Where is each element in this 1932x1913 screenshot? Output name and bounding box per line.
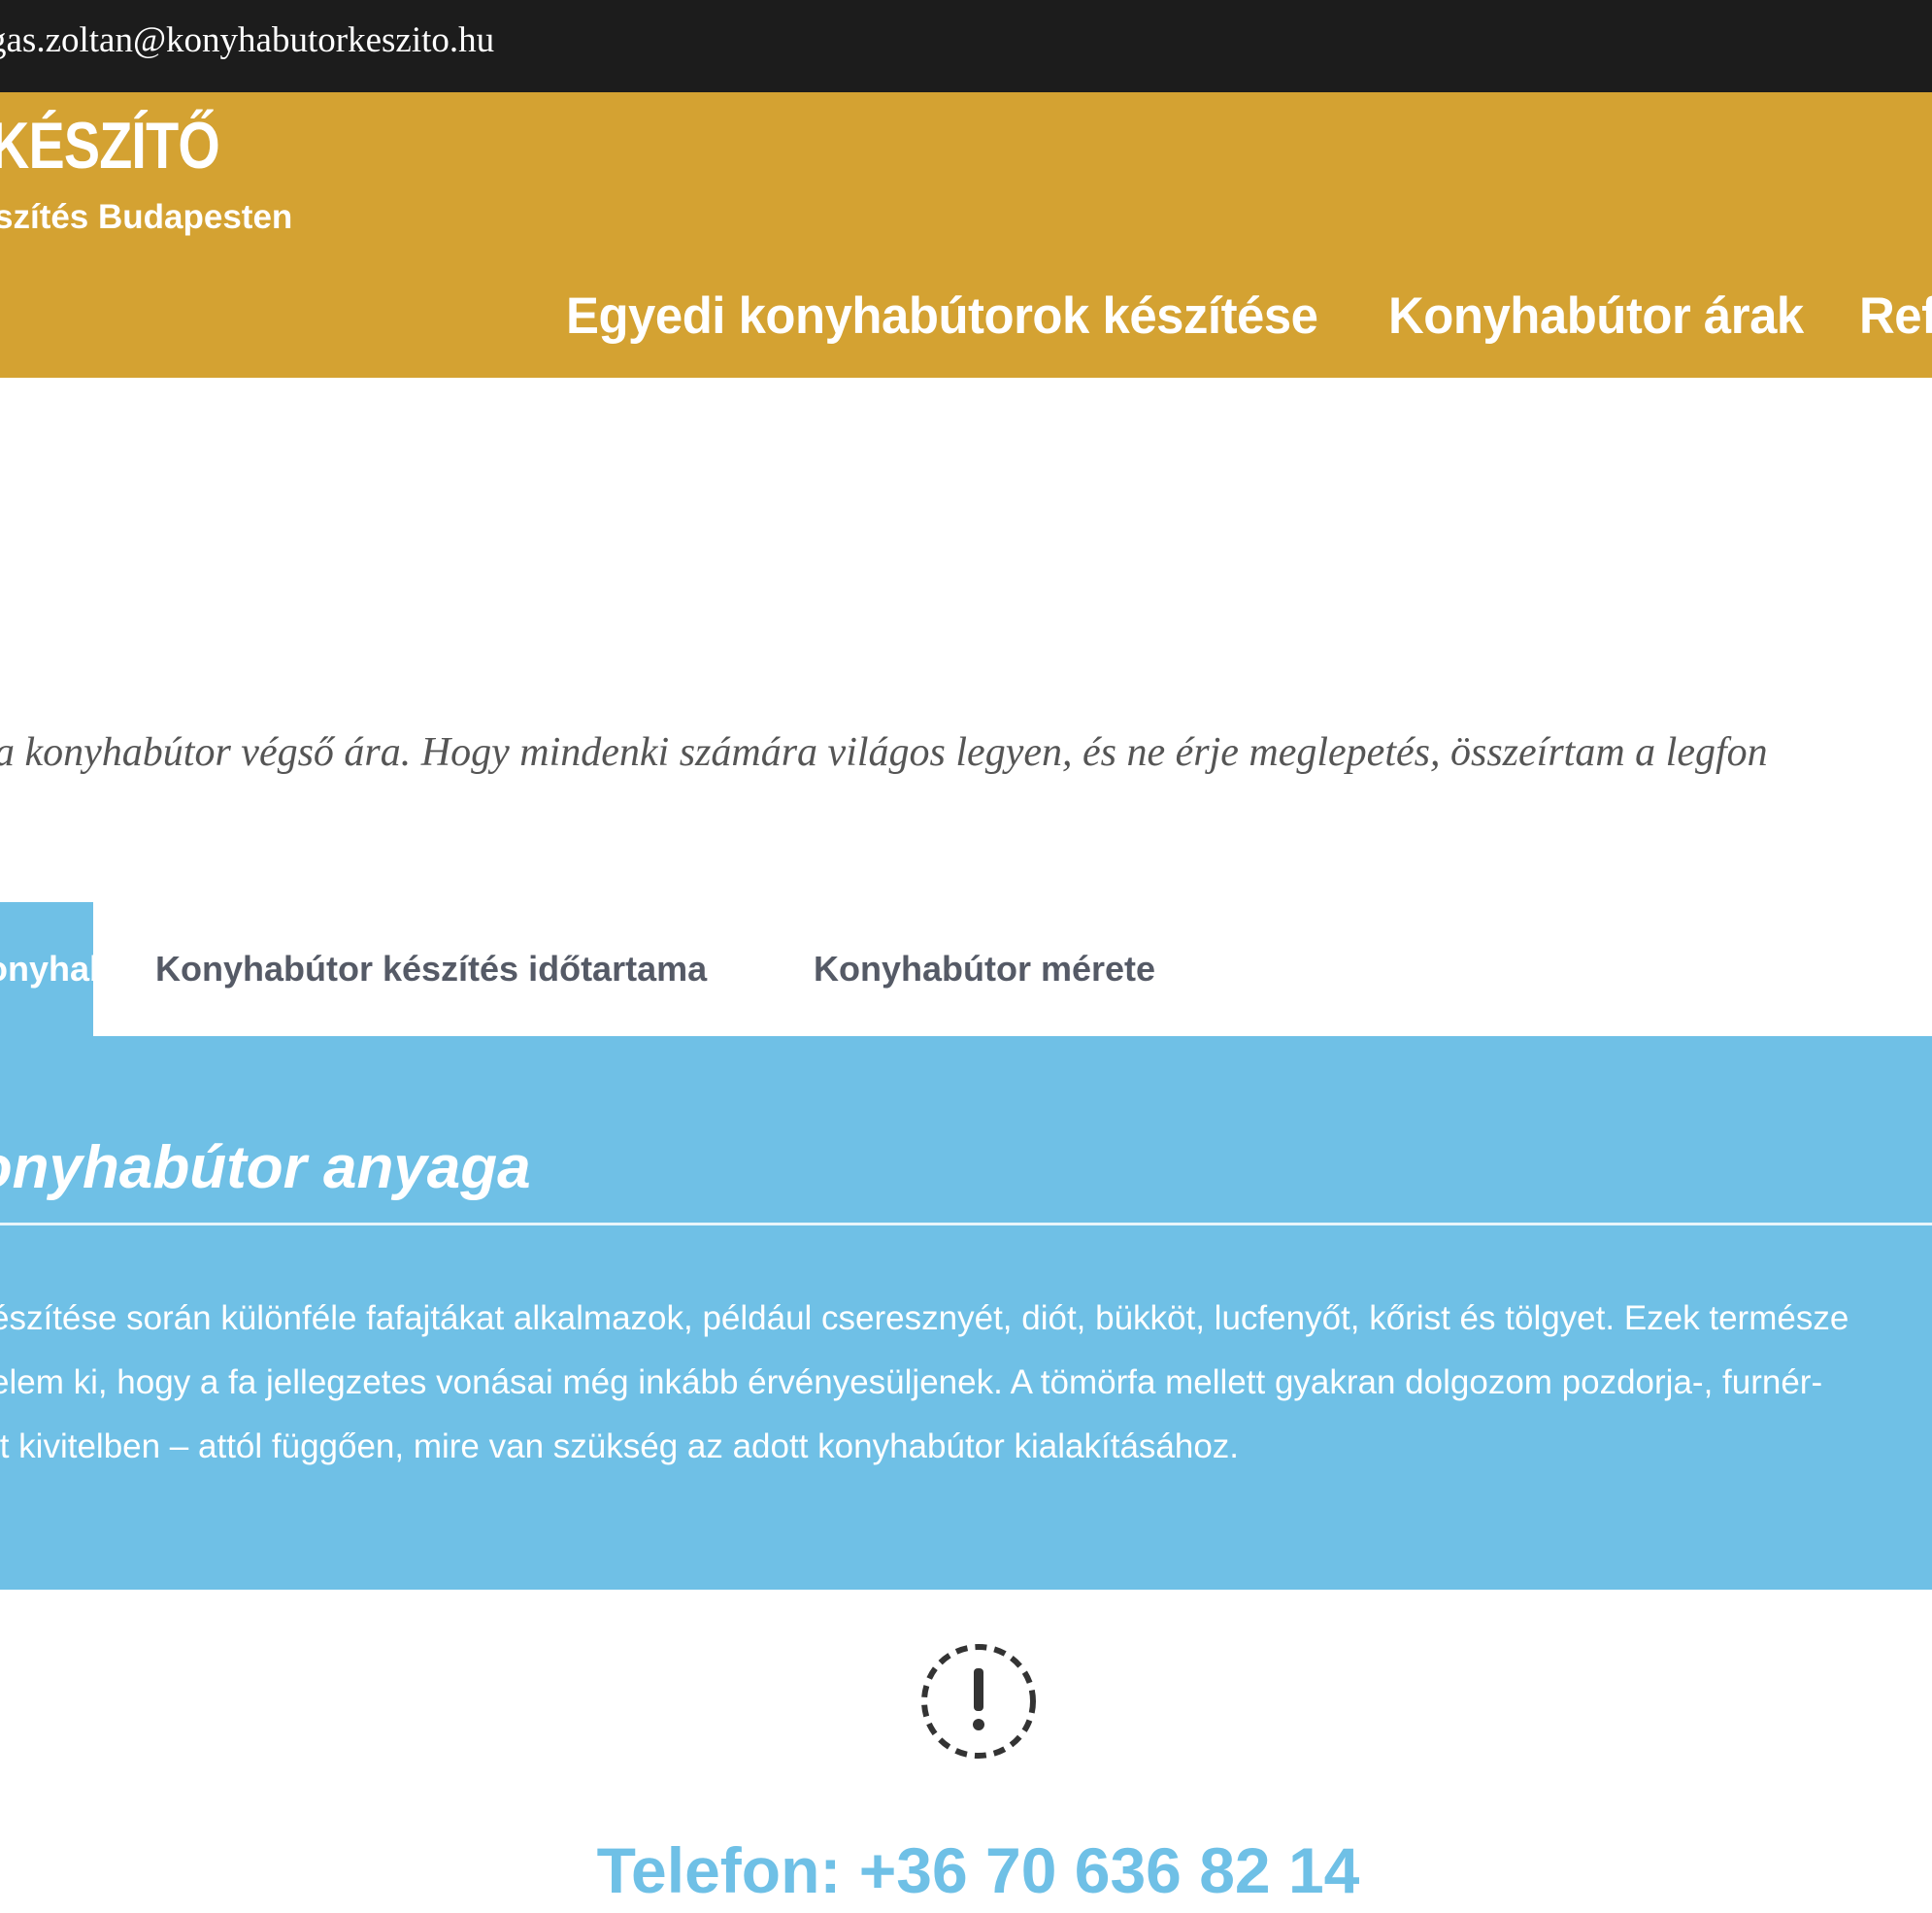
contact-email-link[interactable]: gas.zoltan@konyhabutorkeszito.hu xyxy=(0,17,494,64)
tab-material-label: Konyhabútor anyaga xyxy=(0,949,93,989)
tab-size[interactable]: Konyhabútor mérete xyxy=(814,902,1155,1036)
tab-material[interactable]: Konyhabútor anyaga xyxy=(0,902,93,1036)
exclamation-circle-icon xyxy=(920,1643,1037,1760)
panel-paragraph-line: észítése során különféle fafajtákat alka… xyxy=(0,1299,1849,1337)
panel-divider xyxy=(0,1223,1932,1225)
nav-item-custom-kitchens[interactable]: Egyedi konyhabútorok készítése xyxy=(566,286,1318,347)
top-contact-bar: gas.zoltan@konyhabutorkeszito.hu xyxy=(0,0,1932,92)
site-header: KÉSZÍTŐ szítés Budapesten Egyedi konyhab… xyxy=(0,92,1932,378)
logo-title[interactable]: KÉSZÍTŐ xyxy=(0,107,220,185)
tab-duration[interactable]: Konyhabútor készítés időtartama xyxy=(155,902,707,1036)
logo-subtitle: szítés Budapesten xyxy=(0,198,293,236)
nav-item-kitchen-prices[interactable]: Konyhabútor árak xyxy=(1388,286,1804,347)
panel-heading: Konyhabútor anyaga xyxy=(0,1134,531,1201)
panel-paragraph-line: tt kivitelben – attól függően, mire van … xyxy=(0,1427,1240,1465)
phone-number[interactable]: Telefon: +36 70 636 82 14 xyxy=(0,1833,1932,1907)
tab-panel-material: Konyhabútor anyaga észítése során különf… xyxy=(0,1036,1932,1590)
intro-text: a konyhabútor végső ára. Hogy mindenki s… xyxy=(0,730,1768,775)
panel-paragraph-line: elem ki, hogy a fa jellegzetes vonásai m… xyxy=(0,1363,1823,1401)
tab-bar: Konyhabútor anyaga Konyhabútor készítés … xyxy=(0,902,1932,1036)
main-navigation: Egyedi konyhabútorok készítése Konyhabút… xyxy=(566,286,1932,347)
nav-item-references[interactable]: Refe xyxy=(1859,286,1932,347)
